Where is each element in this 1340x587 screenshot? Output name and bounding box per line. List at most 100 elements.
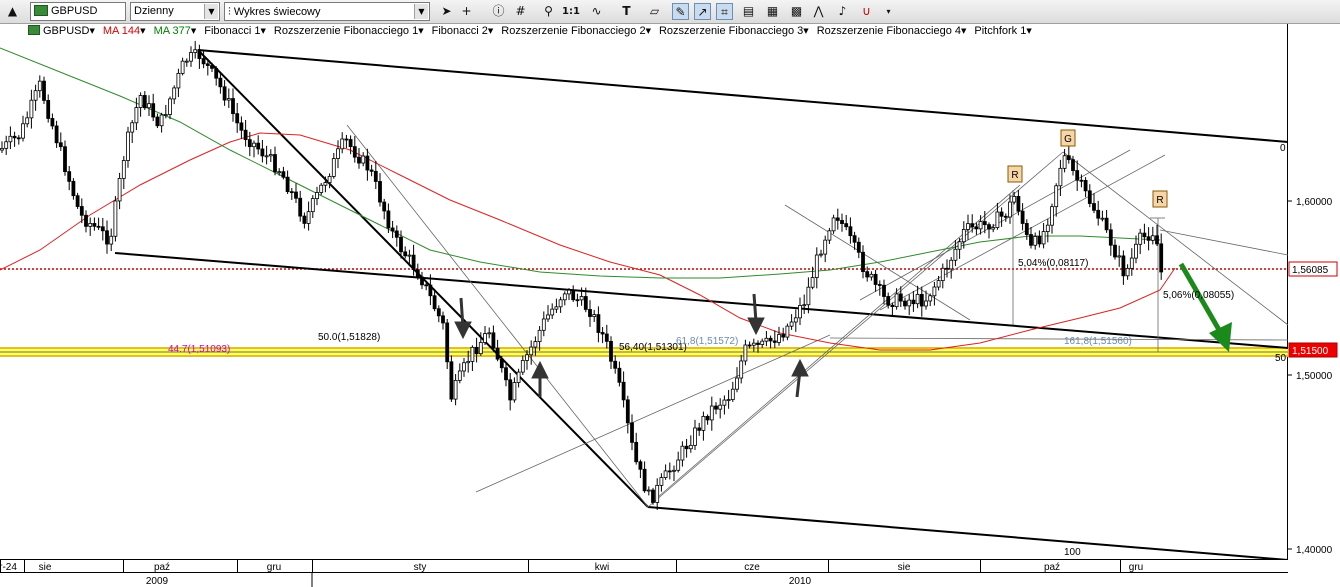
cursor-icon[interactable]: ➤ [438,3,455,20]
candle-body [814,254,819,278]
candle-body [176,72,181,89]
svg-text:1,56085: 1,56085 [1292,265,1329,276]
current-price-badge: 1,56085 [1288,261,1338,277]
price-chart[interactable]: G R R 50.0(1,51828) 44.7(1,51093) 56,40(… [0,24,1340,587]
year-label: 2010 [789,576,812,587]
candle-body [96,225,101,228]
candle-body [163,114,168,116]
candle-body [747,344,752,347]
candle-body [1079,179,1084,182]
fib-right-label-top: 0 [1280,143,1286,154]
candle-body [264,155,269,158]
chart-type-select[interactable]: ⫶ Wykres świecowy ▼ [224,2,430,21]
candle-body [554,306,559,310]
grid-icon[interactable]: # [512,3,529,20]
candle-body [714,405,718,410]
eraser-icon[interactable]: ▱ [646,3,663,20]
candle-body [415,269,420,278]
candle-body [516,371,521,383]
channel-icon[interactable]: ▤ [740,3,757,20]
info-icon[interactable]: ⓘ [490,3,507,20]
candle-body [831,217,836,232]
candle-body [1075,170,1080,181]
candle-body [210,65,214,69]
candle-body [945,267,949,270]
candle-body [957,241,962,250]
candle-body [852,235,857,243]
zoom-icon[interactable]: ⚲ [540,3,557,20]
candle-body [546,314,550,320]
candle-body [970,223,975,228]
candle-body [987,224,991,230]
candle-body [722,399,727,406]
candle-body [1142,232,1147,238]
candle-body [756,342,760,345]
candle-body [117,178,122,202]
magnet-icon[interactable]: ∪ [858,3,875,20]
crosshair-icon[interactable]: + [458,3,475,20]
candle-body [928,295,933,302]
indicator-icon[interactable]: ∿ [588,3,605,20]
line-tool-icon[interactable]: ↗ [694,3,711,20]
chevron-down-icon[interactable]: ▼ [204,4,218,19]
symbol-flag-icon [34,5,48,16]
candle-body [1087,190,1092,204]
candle-body [390,227,395,232]
candle-body [424,284,429,287]
candle-body [499,358,504,369]
candle-body [0,147,4,151]
candle-body [29,99,34,119]
candle-icon: ⫶ [228,5,231,18]
candle-body [915,293,920,305]
candle-body [798,305,802,319]
candle-body [1037,236,1042,245]
candle-body [302,215,307,224]
candle-body [84,214,88,227]
candle-body [718,404,723,410]
candle-body [327,176,332,183]
candle-body [428,284,433,297]
chevron-down-icon[interactable]: ▼ [414,4,428,19]
candle-body [877,284,882,286]
candle-body [142,95,147,109]
candle-body [130,122,135,133]
scroll-up-icon[interactable]: ▲ [4,3,21,20]
candle-body [777,334,781,343]
month-label: paź [1044,562,1060,573]
fan-icon[interactable]: ⋀ [810,3,827,20]
fib-618-label: 61,8(1,51572) [676,336,738,347]
candle-body [1016,196,1021,212]
fibonacci-icon[interactable]: ⌗ [716,3,733,20]
price-tick-label: 1,50000 [1296,371,1333,382]
pattern-icon[interactable]: ▦ [764,3,781,20]
candle-body [1125,267,1130,277]
candle-body [966,223,970,230]
candle-body [268,154,273,157]
candle-body [365,155,370,171]
month-label: gru [1129,562,1143,573]
candle-body [558,299,563,308]
draw-icon[interactable]: ✎ [672,3,689,20]
text-tool-icon[interactable]: T [618,3,635,20]
candle-body [856,241,861,253]
symbol-field[interactable]: GBPUSD [30,2,126,21]
candle-body [491,332,496,349]
candle-body [768,337,773,342]
candle-body [646,489,651,492]
candle-body [701,415,706,431]
scale-1-1-icon[interactable]: 1:1 [562,3,580,20]
candle-body [949,259,954,270]
candle-body [617,367,622,383]
ma144-line [0,132,1176,351]
candle-body [504,367,508,381]
dropdown-icon[interactable]: ▾ [880,3,897,20]
candle-body [147,103,151,109]
candle-body [760,340,765,345]
candle-body [638,461,643,470]
interval-select[interactable]: Dzienny ▼ [130,2,220,21]
candle-body [525,354,529,361]
wave-icon[interactable]: ▩ [788,3,805,20]
candle-body [1033,236,1038,246]
candle-body [903,300,907,307]
alert-icon[interactable]: ♪ [834,3,851,20]
